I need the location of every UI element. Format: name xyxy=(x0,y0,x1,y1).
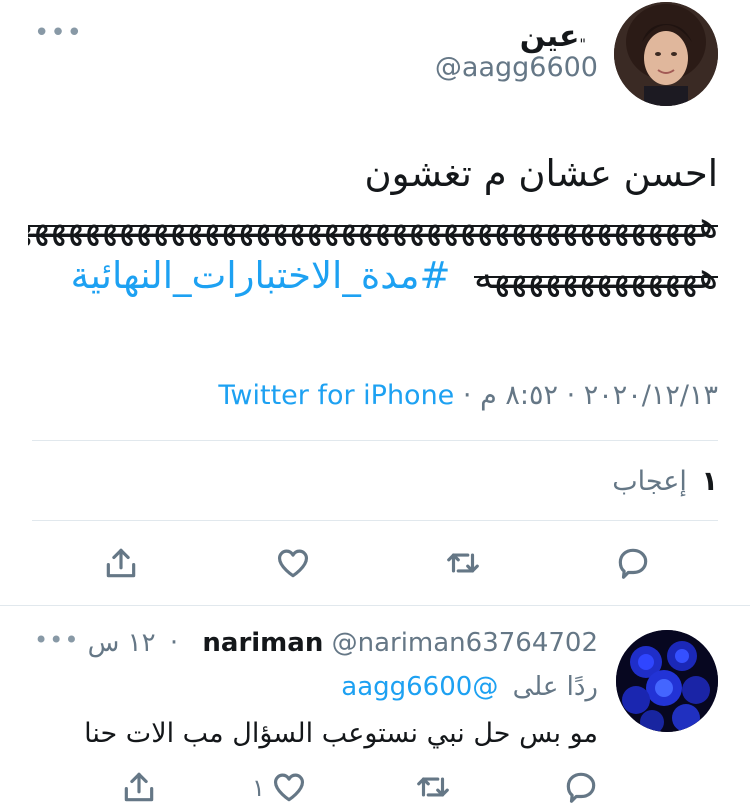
divider xyxy=(32,520,718,521)
meta-separator: · xyxy=(566,380,576,411)
comment-icon[interactable] xyxy=(612,542,654,584)
author-avatar[interactable] xyxy=(614,2,718,106)
more-options-icon[interactable]: ••• xyxy=(34,20,83,46)
replying-to: ردًا على @aagg6600 xyxy=(341,672,598,703)
display-name-text: عين xyxy=(519,19,580,54)
tweet-body: احسن عشان م تغشون هههههههههههههههههههههه… xyxy=(28,148,718,301)
reply-header: nariman @nariman63764702 · ١٢ س xyxy=(88,628,598,659)
tweet-source-link[interactable]: Twitter for iPhone xyxy=(218,380,454,411)
tweet-time: ٨:٥٢ م xyxy=(480,380,558,411)
reply-body: مو بس حل نبي نستوعب السؤال مب الات حنا xyxy=(84,718,598,749)
divider xyxy=(0,605,750,606)
reply-like-count: ١ xyxy=(252,774,265,802)
reply-more-options-icon[interactable]: ••• xyxy=(34,628,79,652)
reply-time[interactable]: ١٢ س xyxy=(88,628,156,658)
reply-author-avatar[interactable] xyxy=(616,630,718,732)
replying-to-handle[interactable]: @aagg6600 xyxy=(341,672,498,702)
reply-separator: · xyxy=(169,628,179,658)
reply-handle[interactable]: @nariman63764702 xyxy=(332,628,598,658)
likes-summary[interactable]: ١ إعجاب xyxy=(612,466,718,498)
tweet-meta: ٢٠٢٠/١٢/١٣ · ٨:٥٢ م · Twitter for iPhone xyxy=(218,380,718,412)
likes-label: إعجاب xyxy=(612,466,687,497)
hashtag-link[interactable]: #مدة_الاختبارات_النهائية xyxy=(71,254,451,297)
share-icon[interactable] xyxy=(100,542,142,584)
tweet-text-line: احسن عشان م تغشون xyxy=(364,152,719,195)
author-display-name[interactable]: "عين xyxy=(519,19,586,54)
tweet-text-laugh: هههههههههههههههههههههههههههههههههههههههه… xyxy=(28,203,718,247)
tweet-date: ٢٠٢٠/١٢/١٣ xyxy=(583,380,718,411)
avatar-photo xyxy=(616,630,718,732)
display-name-mark: " xyxy=(579,37,586,53)
avatar-photo xyxy=(614,2,718,106)
tweet-text-laugh-end: هههههههههههههه xyxy=(473,254,718,298)
retweet-icon[interactable] xyxy=(442,542,484,584)
heart-icon[interactable] xyxy=(272,542,314,584)
replying-to-label: ردًا على xyxy=(512,672,598,702)
reply-display-name[interactable]: nariman xyxy=(202,628,323,658)
author-handle[interactable]: @aagg6600 xyxy=(435,54,598,81)
meta-separator: · xyxy=(462,380,472,411)
likes-count: ١ xyxy=(701,466,718,497)
divider xyxy=(32,440,718,441)
